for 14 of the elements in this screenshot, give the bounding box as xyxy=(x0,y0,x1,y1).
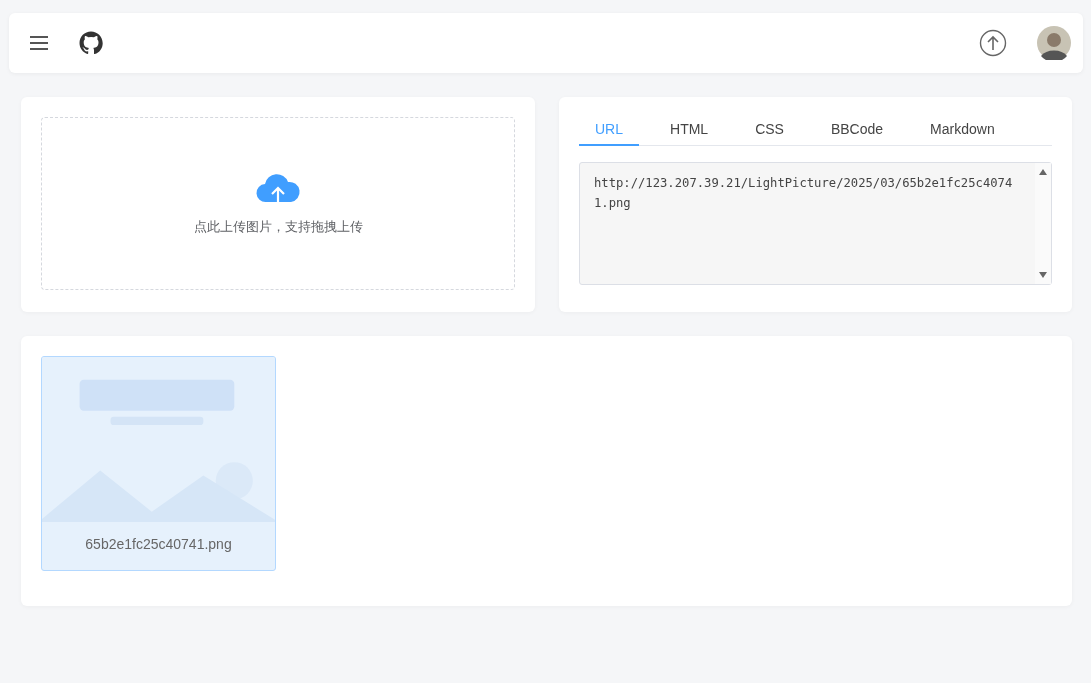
link-tab[interactable]: HTML xyxy=(654,113,725,146)
file-name: 65b2e1fc25c40741.png xyxy=(85,536,232,552)
upload-hint: 点此上传图片，支持拖拽上传 xyxy=(193,217,363,236)
link-tab[interactable]: CSS xyxy=(739,113,800,146)
avatar-icon[interactable] xyxy=(1037,26,1071,60)
link-tab[interactable]: BBCode xyxy=(814,113,900,146)
link-tab[interactable]: Markdown xyxy=(914,113,1011,146)
link-field[interactable]: http://123.207.39.21/LightPicture/2025/03/65b2e1fc25c40741.png xyxy=(579,162,1052,285)
upload-drop-zone[interactable]: 点此上传图片，支持拖拽上传 xyxy=(41,117,515,290)
image-card[interactable]: 65b2e1fc25c40741.png xyxy=(41,356,276,571)
menu-icon[interactable] xyxy=(30,35,48,51)
cat-logo-icon[interactable] xyxy=(79,31,103,55)
upload-icon[interactable] xyxy=(979,29,1007,57)
scroll-bar[interactable] xyxy=(1035,163,1051,284)
